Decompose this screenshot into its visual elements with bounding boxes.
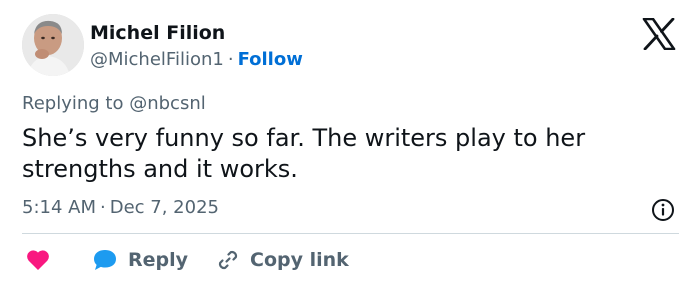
tweet-card: Michel Filion @MichelFilion1 · Follow Repl… [0, 0, 700, 287]
tweet-time: 5:14 AM [22, 197, 96, 218]
x-logo-icon[interactable] [642, 18, 676, 50]
follow-button[interactable]: Follow [238, 49, 303, 70]
tweet-text: She’s very funny so far. The writers pla… [22, 124, 586, 183]
tweet-timestamp[interactable]: 5:14 AM · Dec 7, 2025 [22, 197, 219, 218]
divider [22, 233, 679, 234]
author-handle[interactable]: @MichelFilion1 [90, 49, 224, 70]
reply-context: Replying to @nbcsnl [22, 93, 206, 114]
avatar[interactable] [22, 14, 84, 76]
tweet-date: Dec 7, 2025 [109, 197, 219, 218]
info-icon[interactable] [651, 198, 675, 222]
reply-button[interactable]: Reply [92, 246, 188, 274]
speech-bubble-icon [94, 250, 116, 270]
author-handle-row: @MichelFilion1 · Follow [90, 49, 303, 70]
copy-link-label: Copy link [250, 249, 349, 271]
timestamp-separator: · [100, 197, 106, 218]
avatar-image [22, 14, 84, 76]
reply-context-prefix: Replying to [22, 93, 124, 114]
reply-label: Reply [128, 249, 189, 271]
heart-icon [27, 250, 49, 270]
handle-separator: · [227, 49, 234, 70]
link-icon [218, 250, 238, 270]
copy-link-button[interactable]: Copy link [216, 246, 349, 274]
like-button[interactable] [26, 246, 50, 274]
author-name[interactable]: Michel Filion [90, 22, 225, 44]
reply-mention[interactable]: @nbcsnl [129, 93, 206, 114]
